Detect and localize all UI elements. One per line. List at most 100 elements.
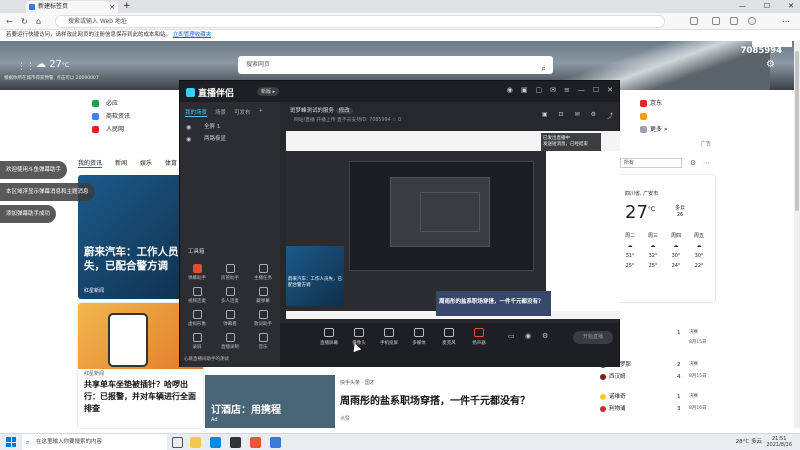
match-meta: 决赛 — [689, 362, 698, 367]
camera-small-icon[interactable]: ▭ — [508, 332, 515, 340]
manage-favorites-link[interactable]: 立即管理收藏夹 — [173, 32, 212, 38]
tool-streamer-task[interactable]: 主播任务 — [250, 264, 276, 281]
scene-item[interactable]: ◉ 全屏 1 — [184, 122, 276, 133]
home-icon[interactable]: ⌂ — [36, 15, 41, 28]
quick-link[interactable] — [620, 110, 700, 123]
apps-grid-icon[interactable]: ⋮⋮ — [17, 62, 35, 72]
video-icon — [192, 287, 202, 296]
settings-icon[interactable]: ⚙ — [591, 111, 596, 120]
message-icon[interactable]: ✉ — [550, 86, 556, 94]
avatar[interactable]: ◉ — [507, 86, 513, 94]
maximize-icon[interactable]: ☐ — [593, 86, 599, 94]
close-icon[interactable]: ✕ — [607, 86, 613, 94]
tool-avatar[interactable]: 虚拟形象 — [184, 310, 210, 327]
tool-multi-link[interactable]: 多人连麦 — [217, 287, 243, 304]
eye-icon[interactable]: ◉ — [186, 134, 191, 145]
close-tab-icon[interactable]: × — [109, 1, 115, 13]
tool-danmaku-view[interactable]: 弹幕看 — [217, 310, 243, 327]
live-companion-taskbar-icon[interactable] — [230, 437, 241, 448]
lock-icon[interactable]: ▢ — [535, 86, 542, 94]
file-explorer-icon[interactable] — [190, 437, 201, 448]
new-tab-button[interactable]: + — [123, 0, 131, 12]
minimize-icon[interactable]: — — [578, 86, 585, 94]
scene-item[interactable]: ◉ 两路极显 — [184, 134, 276, 145]
news-card-fashion[interactable]: 快手头条 · 国才 周雨彤的盐系职场穿搭，一件千元都没有？ 点赞 — [335, 375, 600, 428]
gift-icon[interactable]: ▣ — [521, 86, 528, 94]
edit-title-button[interactable]: 修改 — [335, 108, 353, 114]
add-scene-icon[interactable]: + — [259, 108, 264, 117]
share-icon[interactable]: ⤴ — [607, 111, 613, 120]
back-icon[interactable]: ← — [6, 15, 13, 28]
refresh-icon[interactable]: ↻ — [21, 15, 28, 28]
extensions-icon[interactable] — [690, 17, 698, 25]
weather-widget[interactable]: 四川省, 广安市 27°C 多云 26 周二 ☁ 31° 25° 周三 ☁ 32° 25° 周… — [615, 175, 715, 302]
address-bar[interactable]: 搜索或输入 Web 地址 — [55, 15, 665, 28]
more-menu-icon[interactable]: ⋯ — [782, 15, 790, 28]
ad-card-tag: Ad — [211, 417, 218, 423]
web-search-box[interactable]: 搜索网页 ⌕ — [238, 56, 553, 74]
quick-link[interactable]: 人民网 — [78, 123, 188, 136]
tab-news[interactable]: 新闻 — [115, 158, 127, 168]
quick-link[interactable]: 京东 — [620, 97, 700, 110]
tab-publishable[interactable]: 可发布 — [234, 108, 251, 117]
app-taskbar-icon[interactable] — [250, 437, 261, 448]
start-stream-button[interactable]: 开始直播 — [573, 331, 613, 344]
lock-icon[interactable]: ⊡ — [559, 111, 564, 120]
tool-stream-record[interactable]: 直播录制 — [217, 333, 243, 350]
tool-video-link[interactable]: 视频连麦 — [184, 287, 210, 304]
tab-entertainment[interactable]: 娱乐 — [140, 158, 152, 168]
hero-weather[interactable]: ☁ 27°C — [36, 59, 69, 70]
more-icon[interactable]: ⋯ — [703, 159, 710, 167]
screen-share-button[interactable]: 直播屏幕 — [316, 328, 342, 346]
collections-icon[interactable] — [730, 17, 738, 25]
maximize-icon[interactable]: ☐ — [764, 0, 770, 13]
media-button[interactable]: 多媒体 — [406, 328, 432, 346]
edge-icon[interactable] — [210, 437, 221, 448]
app-taskbar-icon[interactable] — [270, 437, 281, 448]
favorites-icon[interactable] — [712, 17, 720, 25]
menu-icon[interactable]: ≡ — [564, 86, 570, 94]
ad-card-ctrip[interactable]: 订酒店：用携程 Ad — [205, 375, 335, 428]
gear-icon[interactable]: ⚙ — [542, 332, 548, 340]
tab-sports[interactable]: 体育 — [165, 158, 177, 168]
quick-link[interactable]: 更多 » — [620, 123, 700, 136]
tool-danmaku-assistant[interactable]: 弹幕助手 — [184, 264, 210, 281]
tab-my-scenes[interactable]: 我的场景 — [185, 108, 208, 117]
clock[interactable]: 21:51 2021/8/16 — [766, 436, 792, 448]
tool-lyrics[interactable]: 歌词助手 — [250, 310, 276, 327]
quick-link[interactable]: 必应 — [78, 97, 188, 110]
task-view-icon[interactable] — [172, 437, 183, 448]
system-tray[interactable]: 28°C 多云 — [736, 434, 762, 450]
tool-hide-danmaku[interactable]: 藏弹幕 — [250, 287, 276, 304]
settings-icon[interactable]: ⚙ — [690, 159, 696, 167]
tab-scenes[interactable]: 场景 — [215, 108, 226, 117]
news-card-title: 周雨彤的盐系职场穿搭，一件千元都没有？ — [340, 396, 530, 407]
feed-filter-select[interactable]: 所有 — [620, 158, 682, 168]
match-row: 利物浦 3 8月16日 — [599, 403, 709, 415]
eye-icon[interactable]: ◉ — [525, 332, 531, 340]
eye-icon[interactable]: ◉ — [186, 122, 191, 133]
microphone-button[interactable]: 麦克风 — [436, 328, 462, 346]
list-icon — [225, 310, 235, 319]
tool-record-screen[interactable]: 录屏 — [184, 333, 210, 350]
page-scrollbar[interactable] — [794, 41, 800, 428]
profile-avatar-icon[interactable] — [748, 17, 756, 25]
tab-my-news[interactable]: 我的资讯 — [78, 158, 103, 168]
tool-music[interactable]: 音乐 — [250, 333, 276, 350]
taskbar-search[interactable]: ⌕ 在这里输入你要搜索的内容 — [22, 434, 167, 450]
minimize-icon[interactable]: — — [739, 0, 746, 13]
scrollbar-thumb[interactable] — [795, 51, 799, 211]
tool-room-manager[interactable]: 房管助手 — [217, 264, 243, 281]
search-icon[interactable]: ⌕ — [542, 60, 546, 78]
tab-new-tab[interactable]: 新建标签页 × — [26, 1, 118, 13]
stream-preview[interactable]: 蔚来汽车：工作人员失，已配合警方调 已发出直播中 发送短消息，已经结束 周雨彤的… — [286, 131, 620, 319]
gift-icon[interactable]: ▣ — [542, 111, 548, 120]
quick-link[interactable]: 商软资讯 — [78, 110, 188, 123]
windows-start-icon[interactable] — [6, 437, 16, 447]
speaker-button[interactable]: 扬声器 — [466, 328, 492, 346]
chat-icon[interactable]: ✉ — [575, 111, 580, 120]
close-icon[interactable]: ✕ — [788, 0, 794, 13]
gear-icon[interactable]: ⚙ — [766, 59, 775, 70]
phone-cast-button[interactable]: 手机投屏 — [376, 328, 402, 346]
version-badge[interactable]: 新版 ▸ — [257, 87, 280, 96]
